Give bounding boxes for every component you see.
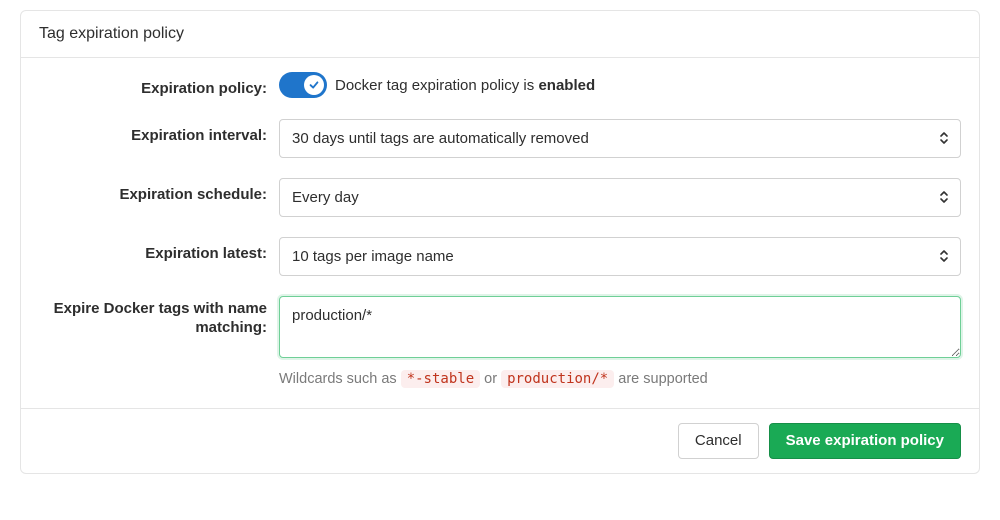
help-example-1: *-stable: [401, 370, 480, 388]
toggle-caption-prefix: Docker tag expiration policy is: [335, 77, 538, 94]
cancel-button[interactable]: Cancel: [678, 423, 759, 460]
row-expiration-latest: Expiration latest: 10 tags per image nam…: [39, 237, 961, 276]
expiration-interval-select[interactable]: 30 days until tags are automatically rem…: [279, 119, 961, 158]
field-expiration-interval: 30 days until tags are automatically rem…: [279, 119, 961, 158]
label-expiration-interval: Expiration interval:: [39, 119, 279, 146]
field-expiration-schedule: Every day: [279, 178, 961, 217]
expiration-schedule-select[interactable]: Every day: [279, 178, 961, 217]
expiration-schedule-value: Every day: [279, 178, 961, 217]
label-name-matching: Expire Docker tags with name matching:: [39, 296, 279, 338]
field-expiration-latest: 10 tags per image name: [279, 237, 961, 276]
toggle-knob: [304, 75, 324, 95]
expiration-latest-select[interactable]: 10 tags per image name: [279, 237, 961, 276]
field-name-matching: Wildcards such as *-stable or production…: [279, 296, 961, 388]
toggle-caption: Docker tag expiration policy is enabled: [335, 77, 595, 94]
row-expiration-interval: Expiration interval: 30 days until tags …: [39, 119, 961, 158]
row-name-matching: Expire Docker tags with name matching: W…: [39, 296, 961, 388]
expiration-policy-toggle[interactable]: [279, 72, 327, 98]
tag-expiration-panel: Tag expiration policy Expiration policy:…: [20, 10, 980, 474]
expiration-interval-value: 30 days until tags are automatically rem…: [279, 119, 961, 158]
label-expiration-policy: Expiration policy:: [39, 72, 279, 99]
help-mid: or: [484, 371, 501, 387]
row-expiration-schedule: Expiration schedule: Every day: [39, 178, 961, 217]
help-example-2: production/*: [501, 370, 614, 388]
help-prefix: Wildcards such as: [279, 371, 401, 387]
name-matching-textarea[interactable]: [279, 296, 961, 358]
label-expiration-schedule: Expiration schedule:: [39, 178, 279, 205]
expiration-latest-value: 10 tags per image name: [279, 237, 961, 276]
save-button[interactable]: Save expiration policy: [769, 423, 961, 460]
panel-footer: Cancel Save expiration policy: [21, 408, 979, 474]
help-suffix: are supported: [618, 371, 707, 387]
panel-body: Expiration policy: Docker tag expiration…: [21, 58, 979, 388]
field-expiration-policy: Docker tag expiration policy is enabled: [279, 72, 961, 98]
label-expiration-latest: Expiration latest:: [39, 237, 279, 264]
toggle-caption-state: enabled: [538, 77, 595, 94]
panel-title: Tag expiration policy: [21, 11, 979, 58]
check-icon: [308, 79, 320, 91]
name-matching-help: Wildcards such as *-stable or production…: [279, 370, 961, 388]
row-expiration-policy: Expiration policy: Docker tag expiration…: [39, 72, 961, 99]
toggle-line: Docker tag expiration policy is enabled: [279, 72, 961, 98]
